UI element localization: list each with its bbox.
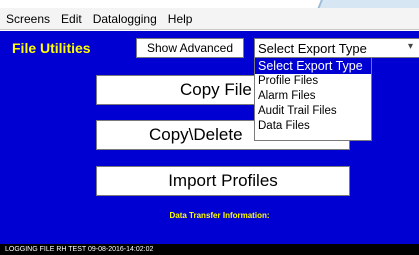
chevron-down-icon[interactable]: ▾ <box>408 41 413 52</box>
export-type-value: Select Export Type <box>258 40 367 56</box>
export-option-data-files[interactable]: Data Files <box>255 119 371 134</box>
menu-edit[interactable]: Edit <box>61 12 82 26</box>
menu-bar: Screens Edit Datalogging Help <box>0 8 419 30</box>
show-advanced-button[interactable]: Show Advanced <box>136 38 244 58</box>
import-profiles-button[interactable]: Import Profiles <box>96 166 350 196</box>
status-bar: LOGGING FILE RH TEST 09-08-2016-14:02:02 <box>0 244 419 255</box>
menu-datalogging[interactable]: Datalogging <box>93 12 157 26</box>
export-type-select[interactable]: Select Export Type ▾ <box>254 38 419 58</box>
menu-screens[interactable]: Screens <box>6 12 50 26</box>
app-window: Screens Edit Datalogging Help File Utili… <box>0 0 419 255</box>
file-utilities-screen: File Utilities Show Advanced Select Expo… <box>0 31 419 255</box>
export-option-audit-trail-files[interactable]: Audit Trail Files <box>255 104 371 119</box>
page-title: File Utilities <box>12 40 91 56</box>
menu-help[interactable]: Help <box>168 12 193 26</box>
export-option-select-export-type[interactable]: Select Export Type <box>255 58 371 74</box>
export-option-alarm-files[interactable]: Alarm Files <box>255 89 371 104</box>
export-type-dropdown-list: Select Export Type Profile Files Alarm F… <box>254 58 372 141</box>
export-option-profile-files[interactable]: Profile Files <box>255 74 371 89</box>
data-transfer-information-label: Data Transfer Information: <box>169 211 270 220</box>
